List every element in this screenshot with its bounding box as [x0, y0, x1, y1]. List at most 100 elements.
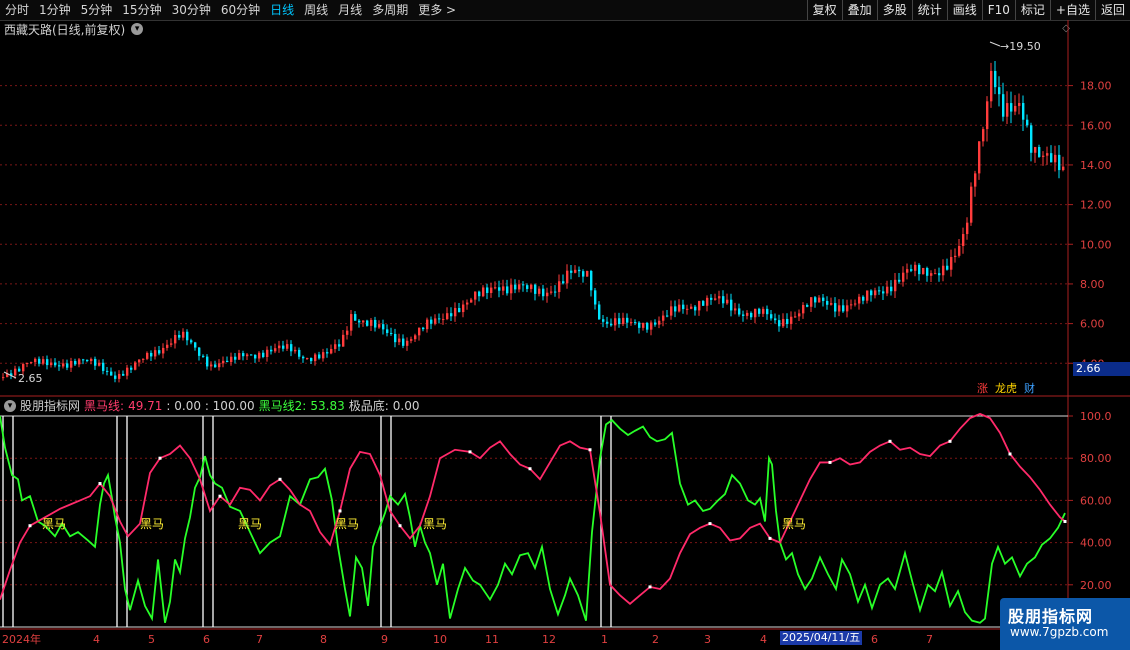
candle-body: [258, 352, 261, 359]
candle-body: [1022, 103, 1025, 120]
time-axis-label: 5: [148, 633, 155, 646]
candle-body: [690, 306, 693, 309]
candle-body: [742, 314, 745, 316]
candle-body: [170, 343, 173, 345]
candle-body: [594, 290, 597, 305]
heima-marker: 黑马: [140, 517, 164, 531]
candle-body: [74, 361, 77, 365]
series-1-node: [98, 482, 102, 486]
candle-body: [286, 344, 289, 349]
candle-body: [302, 356, 305, 359]
candle-body: [230, 356, 233, 363]
candle-body: [382, 324, 385, 330]
candle-body: [862, 296, 865, 301]
candle-body: [70, 361, 73, 368]
candle-body: [626, 317, 629, 323]
price-axis-label: 10.00: [1080, 238, 1112, 251]
candle-body: [1002, 94, 1005, 117]
candle-body: [922, 268, 925, 275]
high-price-pointer: [989, 41, 1001, 47]
candle-body: [310, 357, 313, 362]
candle-body: [582, 271, 585, 277]
candle-body: [222, 360, 225, 364]
badge-1[interactable]: 龙虎: [993, 382, 1019, 395]
high-price-label: →19.50: [1000, 40, 1041, 53]
badge-2[interactable]: 财: [1022, 382, 1037, 395]
candle-body: [422, 327, 425, 330]
candle-body: [250, 354, 253, 356]
candle-body: [518, 284, 521, 290]
heima-marker: 黑马: [238, 517, 262, 531]
candle-body: [390, 332, 393, 334]
candle-body: [650, 322, 653, 330]
candle-body: [338, 344, 341, 347]
candle-body: [658, 320, 661, 325]
candle-body: [566, 270, 569, 284]
candle-body: [854, 303, 857, 305]
indicator-params: : 0.00 : 100.00: [166, 398, 255, 413]
candle-body: [1058, 154, 1061, 171]
candle-body: [754, 308, 757, 318]
candle-body: [978, 141, 981, 174]
candle-body: [486, 287, 489, 293]
candle-body: [206, 356, 209, 367]
candle-body: [226, 360, 229, 363]
indicator-axis-label: 80.00: [1080, 452, 1112, 465]
time-axis-label: 4: [760, 633, 767, 646]
candle-body: [822, 297, 825, 301]
stock-badges: 涨龙虎财: [975, 382, 1037, 395]
candle-body: [82, 359, 85, 361]
candle-body: [246, 354, 249, 357]
candle-body: [738, 308, 741, 315]
price-axis-label: 18.00: [1080, 80, 1112, 93]
price-axis-label: 6.00: [1080, 318, 1105, 331]
candle-body: [266, 349, 269, 358]
time-axis-label: 6: [871, 633, 878, 646]
badge-0[interactable]: 涨: [975, 382, 990, 395]
heima-marker: 黑马: [335, 517, 359, 531]
indicator-name[interactable]: 股朋指标网: [20, 397, 80, 414]
candle-body: [958, 245, 961, 256]
candle-body: [1034, 147, 1037, 153]
candle-body: [798, 313, 801, 317]
series-1-node: [648, 585, 652, 589]
candle-body: [414, 335, 417, 340]
candle-body: [14, 368, 17, 376]
candle-body: [334, 344, 337, 349]
line3-value: 0.00: [392, 398, 420, 413]
candle-body: [142, 358, 145, 360]
series-1-node: [278, 477, 282, 481]
candle-body: [966, 222, 969, 235]
candle-body: [858, 296, 861, 304]
candle-body: [934, 273, 937, 275]
candle-body: [386, 329, 389, 333]
candle-body: [290, 344, 293, 352]
candle-body: [238, 353, 241, 360]
candle-body: [734, 308, 737, 311]
candle-body: [358, 320, 361, 323]
series-1-node: [888, 439, 892, 443]
candle-body: [950, 257, 953, 270]
watermark-title: 股朋指标网: [1008, 607, 1094, 626]
kline-chart[interactable]: 18.0016.0014.0012.0010.008.006.004.00→19…: [0, 0, 1130, 650]
candle-body: [906, 269, 909, 273]
candle-body: [1062, 166, 1065, 171]
candle-body: [546, 292, 549, 297]
candle-body: [702, 301, 705, 306]
candle-body: [462, 304, 465, 313]
candle-body: [346, 330, 349, 335]
candle-body: [682, 304, 685, 310]
indicator-axis-label: 20.00: [1080, 579, 1112, 592]
price-axis-label: 14.00: [1080, 159, 1112, 172]
line2-label: 黑马线2:: [258, 399, 307, 413]
candle-body: [630, 322, 633, 324]
candle-body: [726, 299, 729, 304]
series-1-node: [28, 524, 32, 528]
candle-body: [562, 281, 565, 284]
candle-body: [330, 348, 333, 354]
candle-body: [198, 347, 201, 356]
series-1-node: [468, 450, 472, 454]
chevron-down-icon[interactable]: ▾: [4, 399, 16, 412]
candle-body: [498, 287, 501, 291]
candle-body: [830, 303, 833, 305]
